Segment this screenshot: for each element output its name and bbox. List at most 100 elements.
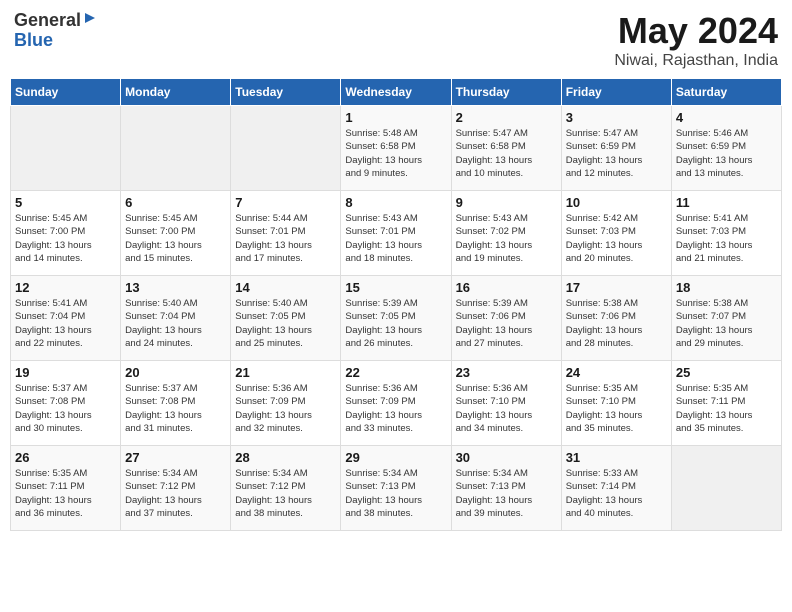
- day-number: 20: [125, 365, 226, 380]
- day-number: 17: [566, 280, 667, 295]
- day-info: Sunrise: 5:40 AM Sunset: 7:05 PM Dayligh…: [235, 297, 336, 350]
- day-info: Sunrise: 5:34 AM Sunset: 7:12 PM Dayligh…: [235, 467, 336, 520]
- weekday-header-monday: Monday: [121, 79, 231, 106]
- day-info: Sunrise: 5:35 AM Sunset: 7:10 PM Dayligh…: [566, 382, 667, 435]
- calendar-week-4: 19Sunrise: 5:37 AM Sunset: 7:08 PM Dayli…: [11, 361, 782, 446]
- day-number: 10: [566, 195, 667, 210]
- weekday-header-wednesday: Wednesday: [341, 79, 451, 106]
- day-info: Sunrise: 5:45 AM Sunset: 7:00 PM Dayligh…: [125, 212, 226, 265]
- calendar-cell: 18 Sunrise: 5:38 AM Sunset: 7:07 PM Dayli…: [671, 276, 781, 361]
- calendar-cell: 21 Sunrise: 5:36 AM Sunset: 7:09 PM Dayli…: [231, 361, 341, 446]
- calendar-cell: 24 Sunrise: 5:35 AM Sunset: 7:10 PM Dayli…: [561, 361, 671, 446]
- logo-general-text: General: [14, 10, 81, 31]
- calendar-cell: 19Sunrise: 5:37 AM Sunset: 7:08 PM Dayli…: [11, 361, 121, 446]
- calendar-cell: 2 Sunrise: 5:47 AM Sunset: 6:58 PM Daylig…: [451, 106, 561, 191]
- calendar-cell: 6 Sunrise: 5:45 AM Sunset: 7:00 PM Daylig…: [121, 191, 231, 276]
- calendar-cell: 14Sunrise: 5:40 AM Sunset: 7:05 PM Dayli…: [231, 276, 341, 361]
- calendar-cell: 15 Sunrise: 5:39 AM Sunset: 7:05 PM Dayli…: [341, 276, 451, 361]
- day-info: Sunrise: 5:34 AM Sunset: 7:13 PM Dayligh…: [456, 467, 557, 520]
- day-number: 4: [676, 110, 777, 125]
- page-title: May 2024: [614, 10, 778, 52]
- day-number: 21: [235, 365, 336, 380]
- calendar-cell: 13Sunrise: 5:40 AM Sunset: 7:04 PM Dayli…: [121, 276, 231, 361]
- day-info: Sunrise: 5:39 AM Sunset: 7:05 PM Dayligh…: [345, 297, 446, 350]
- calendar-cell: 4 Sunrise: 5:46 AM Sunset: 6:59 PM Daylig…: [671, 106, 781, 191]
- day-number: 31: [566, 450, 667, 465]
- logo-arrow-icon: [83, 11, 97, 30]
- calendar-cell: 11Sunrise: 5:41 AM Sunset: 7:03 PM Dayli…: [671, 191, 781, 276]
- calendar-cell: 12 Sunrise: 5:41 AM Sunset: 7:04 PM Dayli…: [11, 276, 121, 361]
- calendar-cell: [121, 106, 231, 191]
- calendar-cell: 7Sunrise: 5:44 AM Sunset: 7:01 PM Daylig…: [231, 191, 341, 276]
- day-number: 15: [345, 280, 446, 295]
- day-number: 8: [345, 195, 446, 210]
- calendar-cell: [231, 106, 341, 191]
- day-info: Sunrise: 5:38 AM Sunset: 7:06 PM Dayligh…: [566, 297, 667, 350]
- day-info: Sunrise: 5:47 AM Sunset: 6:58 PM Dayligh…: [456, 127, 557, 180]
- calendar-cell: [11, 106, 121, 191]
- day-info: Sunrise: 5:36 AM Sunset: 7:10 PM Dayligh…: [456, 382, 557, 435]
- day-number: 11: [676, 195, 777, 210]
- day-info: Sunrise: 5:35 AM Sunset: 7:11 PM Dayligh…: [676, 382, 777, 435]
- day-info: Sunrise: 5:42 AM Sunset: 7:03 PM Dayligh…: [566, 212, 667, 265]
- day-info: Sunrise: 5:46 AM Sunset: 6:59 PM Dayligh…: [676, 127, 777, 180]
- calendar-week-2: 5Sunrise: 5:45 AM Sunset: 7:00 PM Daylig…: [11, 191, 782, 276]
- calendar-cell: 26 Sunrise: 5:35 AM Sunset: 7:11 PM Dayli…: [11, 446, 121, 531]
- calendar-cell: 25 Sunrise: 5:35 AM Sunset: 7:11 PM Dayli…: [671, 361, 781, 446]
- day-number: 12: [15, 280, 116, 295]
- calendar-cell: 8Sunrise: 5:43 AM Sunset: 7:01 PM Daylig…: [341, 191, 451, 276]
- day-info: Sunrise: 5:34 AM Sunset: 7:12 PM Dayligh…: [125, 467, 226, 520]
- day-number: 2: [456, 110, 557, 125]
- day-info: Sunrise: 5:38 AM Sunset: 7:07 PM Dayligh…: [676, 297, 777, 350]
- calendar-cell: 1Sunrise: 5:48 AM Sunset: 6:58 PM Daylig…: [341, 106, 451, 191]
- day-number: 25: [676, 365, 777, 380]
- day-number: 18: [676, 280, 777, 295]
- weekday-header-thursday: Thursday: [451, 79, 561, 106]
- day-info: Sunrise: 5:37 AM Sunset: 7:08 PM Dayligh…: [15, 382, 116, 435]
- calendar-week-1: 1Sunrise: 5:48 AM Sunset: 6:58 PM Daylig…: [11, 106, 782, 191]
- day-number: 7: [235, 195, 336, 210]
- weekday-header-saturday: Saturday: [671, 79, 781, 106]
- day-info: Sunrise: 5:35 AM Sunset: 7:11 PM Dayligh…: [15, 467, 116, 520]
- day-number: 26: [15, 450, 116, 465]
- calendar-cell: 29 Sunrise: 5:34 AM Sunset: 7:13 PM Dayli…: [341, 446, 451, 531]
- calendar-cell: 28Sunrise: 5:34 AM Sunset: 7:12 PM Dayli…: [231, 446, 341, 531]
- calendar-cell: [671, 446, 781, 531]
- day-info: Sunrise: 5:36 AM Sunset: 7:09 PM Dayligh…: [345, 382, 446, 435]
- weekday-header-tuesday: Tuesday: [231, 79, 341, 106]
- logo-blue-text: Blue: [14, 31, 53, 49]
- weekday-header-sunday: Sunday: [11, 79, 121, 106]
- day-number: 29: [345, 450, 446, 465]
- logo: General Blue: [14, 10, 97, 49]
- day-number: 23: [456, 365, 557, 380]
- weekday-header-row: SundayMondayTuesdayWednesdayThursdayFrid…: [11, 79, 782, 106]
- day-number: 16: [456, 280, 557, 295]
- day-info: Sunrise: 5:36 AM Sunset: 7:09 PM Dayligh…: [235, 382, 336, 435]
- calendar-cell: 31 Sunrise: 5:33 AM Sunset: 7:14 PM Dayli…: [561, 446, 671, 531]
- page-header: General Blue May 2024 Niwai, Rajasthan, …: [10, 10, 782, 70]
- calendar-cell: 3Sunrise: 5:47 AM Sunset: 6:59 PM Daylig…: [561, 106, 671, 191]
- day-info: Sunrise: 5:41 AM Sunset: 7:04 PM Dayligh…: [15, 297, 116, 350]
- calendar-cell: 20Sunrise: 5:37 AM Sunset: 7:08 PM Dayli…: [121, 361, 231, 446]
- day-number: 27: [125, 450, 226, 465]
- calendar-cell: 27 Sunrise: 5:34 AM Sunset: 7:12 PM Dayli…: [121, 446, 231, 531]
- calendar-week-3: 12 Sunrise: 5:41 AM Sunset: 7:04 PM Dayli…: [11, 276, 782, 361]
- calendar-cell: 10 Sunrise: 5:42 AM Sunset: 7:03 PM Dayli…: [561, 191, 671, 276]
- day-info: Sunrise: 5:40 AM Sunset: 7:04 PM Dayligh…: [125, 297, 226, 350]
- title-block: May 2024 Niwai, Rajasthan, India: [614, 10, 778, 70]
- calendar-cell: 9Sunrise: 5:43 AM Sunset: 7:02 PM Daylig…: [451, 191, 561, 276]
- day-number: 1: [345, 110, 446, 125]
- calendar-cell: 23 Sunrise: 5:36 AM Sunset: 7:10 PM Dayli…: [451, 361, 561, 446]
- calendar-cell: 5Sunrise: 5:45 AM Sunset: 7:00 PM Daylig…: [11, 191, 121, 276]
- day-number: 24: [566, 365, 667, 380]
- day-number: 9: [456, 195, 557, 210]
- calendar-cell: 16 Sunrise: 5:39 AM Sunset: 7:06 PM Dayli…: [451, 276, 561, 361]
- weekday-header-friday: Friday: [561, 79, 671, 106]
- day-info: Sunrise: 5:34 AM Sunset: 7:13 PM Dayligh…: [345, 467, 446, 520]
- day-info: Sunrise: 5:39 AM Sunset: 7:06 PM Dayligh…: [456, 297, 557, 350]
- calendar-cell: 22Sunrise: 5:36 AM Sunset: 7:09 PM Dayli…: [341, 361, 451, 446]
- day-number: 6: [125, 195, 226, 210]
- calendar-cell: 17 Sunrise: 5:38 AM Sunset: 7:06 PM Dayli…: [561, 276, 671, 361]
- day-number: 3: [566, 110, 667, 125]
- day-info: Sunrise: 5:33 AM Sunset: 7:14 PM Dayligh…: [566, 467, 667, 520]
